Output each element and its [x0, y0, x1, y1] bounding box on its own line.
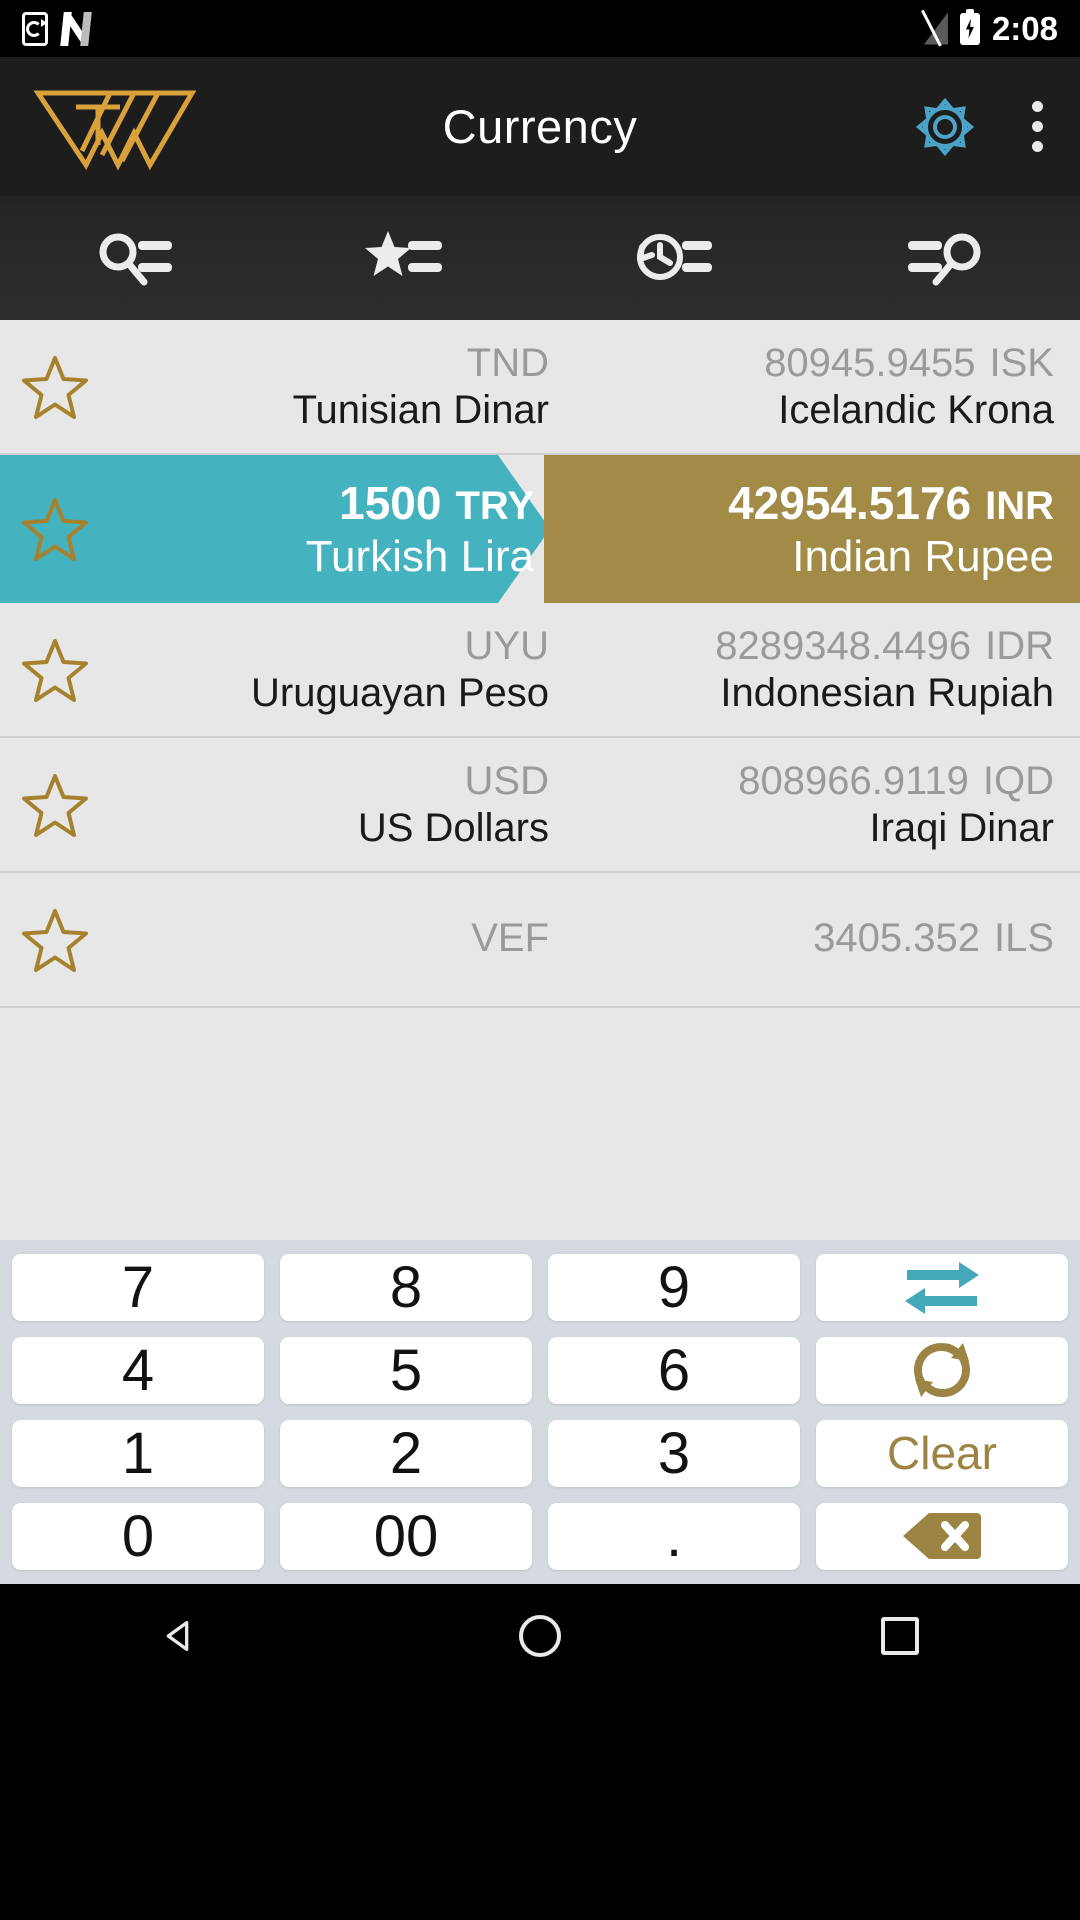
- star-outline-icon[interactable]: [0, 771, 110, 839]
- currency-row[interactable]: TND Tunisian Dinar 80945.9455 ISK Icelan…: [0, 320, 1080, 455]
- currency-row[interactable]: UYU Uruguayan Peso 8289348.4496 IDR Indo…: [0, 603, 1080, 738]
- currency-from: 1500 TRY Turkish Lira: [110, 476, 630, 582]
- gear-icon[interactable]: [914, 96, 976, 158]
- triangle-back-icon: [166, 1621, 189, 1651]
- key-3[interactable]: 3: [548, 1419, 800, 1487]
- to-amount: 8289348.4496: [715, 623, 972, 668]
- key-4[interactable]: 4: [12, 1336, 264, 1404]
- kebab-menu-icon[interactable]: [1018, 97, 1046, 156]
- currency-row[interactable]: USD US Dollars 808966.9119 IQD Iraqi Din…: [0, 738, 1080, 873]
- to-amount: 808966.9119: [738, 758, 969, 803]
- status-bar-clock: 2:08: [991, 10, 1058, 47]
- key-8[interactable]: 8: [280, 1253, 532, 1321]
- currency-to: 8289348.4496 IDR Indonesian Rupiah: [615, 603, 1054, 736]
- status-bar-left-icons: [22, 11, 92, 46]
- from-code: VEF: [471, 916, 549, 960]
- refresh-icon: [914, 1343, 970, 1397]
- app-screen: 2:08 Currency TND Tunisian Dinar 80945.9…: [0, 0, 1080, 1920]
- star-outline-icon[interactable]: [0, 353, 110, 421]
- currency-list[interactable]: TND Tunisian Dinar 80945.9455 ISK Icelan…: [0, 320, 1080, 1240]
- key-decimal[interactable]: .: [548, 1502, 800, 1570]
- star-outline-icon[interactable]: [0, 906, 110, 974]
- currency-to: 3405.352 ILS: [615, 873, 1054, 1006]
- battery-charging-icon: [959, 8, 980, 45]
- currency-to: 42954.5176 INR Indian Rupee: [630, 476, 1080, 582]
- from-amount: 1500: [339, 477, 442, 529]
- star-outline-icon[interactable]: [0, 495, 110, 563]
- to-name: Indonesian Rupiah: [720, 670, 1054, 715]
- from-code: TRY: [455, 484, 534, 528]
- from-code: UYU: [464, 623, 549, 668]
- swap-button[interactable]: [816, 1253, 1068, 1321]
- currency-row-selected[interactable]: 1500 TRY Turkish Lira 42954.5176 INR Ind…: [0, 455, 1080, 603]
- from-name: Turkish Lira: [305, 532, 534, 581]
- currency-from: VEF: [110, 873, 615, 1006]
- star-outline-icon[interactable]: [0, 636, 110, 704]
- nav-back-button[interactable]: [149, 1605, 211, 1667]
- netflix-icon: [60, 11, 92, 46]
- key-2[interactable]: 2: [280, 1419, 532, 1487]
- app-bar: Currency: [0, 57, 1080, 196]
- key-1[interactable]: 1: [12, 1419, 264, 1487]
- to-amount: 80945.9455: [764, 340, 976, 385]
- tab-history[interactable]: [540, 196, 810, 320]
- signal-off-icon: [920, 9, 948, 47]
- to-code: INR: [985, 484, 1054, 528]
- from-code: USD: [464, 758, 549, 803]
- key-7[interactable]: 7: [12, 1253, 264, 1321]
- to-amount: 3405.352: [813, 916, 980, 960]
- refresh-button[interactable]: [816, 1336, 1068, 1404]
- currency-from: TND Tunisian Dinar: [110, 320, 615, 453]
- tab-favorites[interactable]: [270, 196, 540, 320]
- screen-filler: [0, 1688, 1080, 1920]
- system-navigation-bar: [0, 1583, 1080, 1689]
- square-recents-icon: [881, 1617, 919, 1655]
- currency-from: USD US Dollars: [110, 738, 615, 871]
- key-5[interactable]: 5: [280, 1336, 532, 1404]
- to-amount: 42954.5176: [728, 477, 972, 529]
- to-name: Icelandic Krona: [778, 387, 1054, 432]
- app-bar-actions: [914, 96, 1046, 158]
- to-name: Indian Rupee: [792, 532, 1054, 581]
- tab-search-list[interactable]: [0, 196, 270, 320]
- cast-icon: [22, 11, 48, 46]
- from-name: Uruguayan Peso: [251, 670, 549, 715]
- nav-home-button[interactable]: [509, 1605, 571, 1667]
- from-name: Tunisian Dinar: [292, 387, 549, 432]
- circle-home-icon: [519, 1615, 561, 1657]
- currency-to: 80945.9455 ISK Icelandic Krona: [615, 320, 1054, 453]
- nav-recents-button[interactable]: [869, 1605, 931, 1667]
- currency-row[interactable]: VEF 3405.352 ILS: [0, 873, 1080, 1008]
- key-00[interactable]: 00: [280, 1502, 532, 1570]
- backspace-button[interactable]: [816, 1502, 1068, 1570]
- key-0[interactable]: 0: [12, 1502, 264, 1570]
- swap-arrows-icon: [905, 1262, 979, 1314]
- status-bar: 2:08: [0, 0, 1080, 57]
- backspace-icon: [903, 1513, 981, 1559]
- to-code: IQD: [982, 758, 1054, 803]
- status-bar-right-icons: 2:08: [920, 8, 1058, 47]
- tab-list-search[interactable]: [810, 196, 1080, 320]
- key-9[interactable]: 9: [548, 1253, 800, 1321]
- key-6[interactable]: 6: [548, 1336, 800, 1404]
- to-code: ILS: [993, 916, 1054, 960]
- to-code: ISK: [989, 340, 1054, 385]
- tab-bar: [0, 196, 1080, 320]
- clear-button[interactable]: Clear: [816, 1419, 1068, 1487]
- from-name: US Dollars: [357, 805, 549, 850]
- numeric-keypad[interactable]: 7 8 9 4 5 6 1 2 3 Clear 0 00 .: [0, 1239, 1080, 1584]
- currency-to: 808966.9119 IQD Iraqi Dinar: [615, 738, 1054, 871]
- from-code: TND: [466, 340, 549, 385]
- tw-logo: [30, 83, 200, 171]
- to-code: IDR: [985, 623, 1054, 668]
- currency-from: UYU Uruguayan Peso: [110, 603, 615, 736]
- to-name: Iraqi Dinar: [869, 805, 1054, 850]
